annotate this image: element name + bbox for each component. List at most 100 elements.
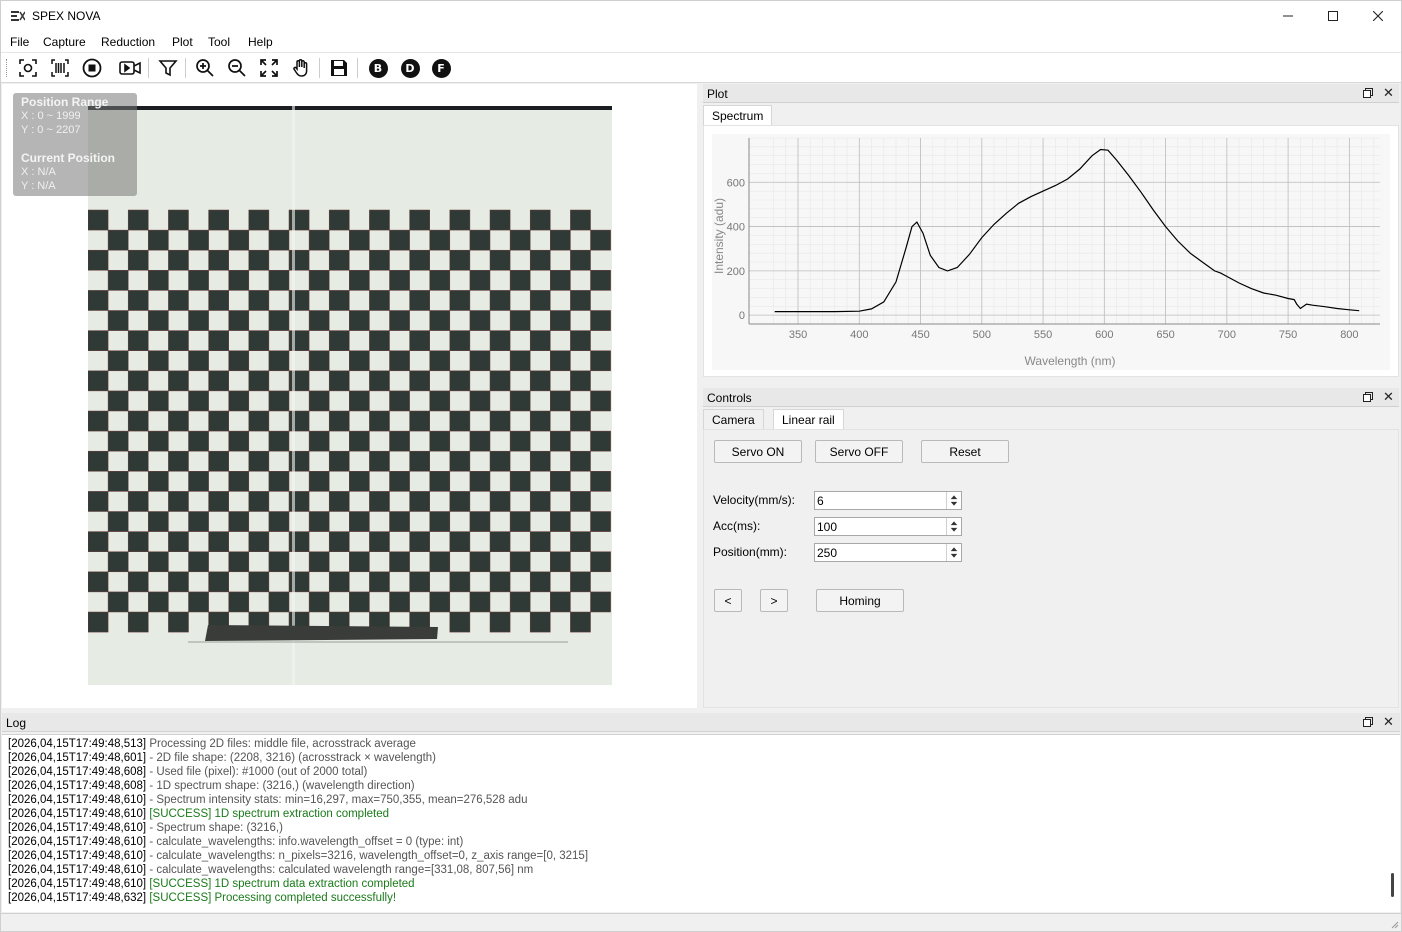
homing-button[interactable]: Homing: [816, 589, 904, 612]
controls-close-icon[interactable]: ✕: [1383, 389, 1394, 405]
f-button[interactable]: F: [429, 56, 453, 80]
checkerboard-canvas: [88, 106, 612, 685]
current-position-title: Current Position: [21, 151, 116, 165]
close-button[interactable]: [1355, 1, 1401, 31]
pan-hand-icon: [293, 59, 308, 77]
log-dock-titlebar[interactable]: Log ✕: [2, 713, 1400, 732]
video-button[interactable]: [118, 56, 142, 80]
spin-arrows-icon[interactable]: [946, 492, 961, 509]
toolbar-separator: [319, 58, 320, 78]
log-message: - Spectrum intensity stats: min=16,297, …: [149, 794, 528, 806]
position-range-title: Position Range: [21, 95, 109, 109]
position-spinbox[interactable]: 250: [814, 543, 962, 562]
log-close-icon[interactable]: ✕: [1383, 714, 1394, 730]
stop-icon: [82, 58, 102, 78]
spectrum-plot[interactable]: 350 400 450 500 550 600 650 700 750 800 0 200 400 600…: [703, 125, 1399, 377]
tab-spectrum[interactable]: Spectrum: [703, 105, 773, 125]
y-tick-label: 200: [727, 266, 745, 278]
d-circle-icon: D: [400, 58, 420, 78]
menu-plot[interactable]: Plot: [172, 35, 193, 49]
zoom-in-button[interactable]: [193, 56, 217, 80]
servo-on-button[interactable]: Servo ON: [714, 440, 802, 463]
log-line: [2026,04,15T17:49:48,610] - calculate_wa…: [8, 836, 463, 848]
plot-dock-titlebar[interactable]: Plot ✕: [703, 84, 1399, 103]
pan-button[interactable]: [289, 56, 313, 80]
b-button[interactable]: B: [366, 56, 390, 80]
spin-arrows-icon[interactable]: [946, 518, 961, 535]
x-tick-label: 550: [1034, 329, 1052, 341]
y-tick-label: 400: [727, 222, 745, 234]
linear-rail-panel: Servo ON Servo OFF Reset Velocity(mm/s):…: [703, 429, 1399, 708]
menu-bar: File Capture Reduction Plot Tool Help: [1, 31, 1401, 53]
menu-capture[interactable]: Capture: [43, 35, 86, 49]
filter-icon: [158, 60, 178, 77]
maximize-button[interactable]: [1310, 1, 1356, 31]
filter-button[interactable]: [156, 56, 180, 80]
close-icon: [1373, 11, 1383, 21]
d-button[interactable]: D: [398, 56, 422, 80]
checkerboard-image[interactable]: [88, 106, 612, 685]
log-timestamp: [2026,04,15T17:49:48,608]: [8, 780, 147, 792]
barcode-button[interactable]: [48, 56, 72, 80]
capture-button[interactable]: [16, 56, 40, 80]
menu-tool[interactable]: Tool: [208, 35, 230, 49]
servo-off-button[interactable]: Servo OFF: [815, 440, 903, 463]
controls-dock-titlebar[interactable]: Controls ✕: [703, 388, 1399, 407]
fit-button[interactable]: [257, 56, 281, 80]
minimize-button[interactable]: [1265, 1, 1311, 31]
controls-tabbar: Camera Linear rail: [703, 407, 1399, 429]
log-line: [2026,04,15T17:49:48,610] - calculate_wa…: [8, 850, 588, 862]
tab-camera[interactable]: Camera: [703, 409, 764, 429]
y-axis-label: Intensity (adu): [712, 198, 726, 274]
acc-label: Acc(ms):: [713, 519, 761, 533]
log-line: [2026,04,15T17:49:48,608] - Used file (p…: [8, 766, 367, 778]
y-tick-label: 600: [727, 177, 745, 189]
log-dock-title: Log: [6, 716, 27, 730]
f-circle-icon: F: [431, 58, 451, 78]
spin-arrows-icon[interactable]: [946, 544, 961, 561]
x-tick-label: 600: [1095, 329, 1113, 341]
toolbar-separator: [357, 58, 358, 78]
toolbar: B D F: [1, 53, 1401, 83]
toolbar-grip: [6, 59, 9, 77]
app-window: SPEX NOVA File Capture Reduction Plot To…: [0, 0, 1402, 932]
current-x: X : N/A: [21, 166, 56, 178]
log-scrollbar[interactable]: [1391, 873, 1394, 897]
log-output[interactable]: [2026,04,15T17:49:48,513] Processing 2D …: [2, 734, 1400, 912]
menu-reduction[interactable]: Reduction: [101, 35, 155, 49]
save-button[interactable]: [327, 56, 351, 80]
zoom-out-button[interactable]: [225, 56, 249, 80]
menu-help[interactable]: Help: [248, 35, 273, 49]
chevron-right-icon: >: [770, 593, 778, 608]
float-icon[interactable]: [1363, 392, 1373, 402]
x-tick-label: 650: [1156, 329, 1174, 341]
x-tick-label: 450: [911, 329, 929, 341]
log-timestamp: [2026,04,15T17:49:48,610]: [8, 822, 147, 834]
app-logo-icon: [11, 11, 25, 21]
tab-linear-rail[interactable]: Linear rail: [773, 409, 844, 429]
resize-grip-icon[interactable]: [1389, 919, 1399, 929]
velocity-spinbox[interactable]: 6: [814, 491, 962, 510]
float-icon[interactable]: [1363, 717, 1373, 727]
plot-tabbar: Spectrum: [703, 103, 1399, 125]
log-message: [SUCCESS] 1D spectrum extraction complet…: [149, 808, 390, 820]
move-left-button[interactable]: <: [714, 589, 742, 612]
stop-button[interactable]: [80, 56, 104, 80]
acc-spinbox[interactable]: 100: [814, 517, 962, 536]
x-axis-label: Wavelength (nm): [1025, 354, 1116, 368]
log-timestamp: [2026,04,15T17:49:48,610]: [8, 864, 147, 876]
menu-file[interactable]: File: [10, 35, 29, 49]
log-line: [2026,04,15T17:49:48,513] Processing 2D …: [8, 738, 416, 750]
reset-button[interactable]: Reset: [921, 440, 1009, 463]
move-right-button[interactable]: >: [760, 589, 788, 612]
x-tick-label: 400: [850, 329, 868, 341]
log-timestamp: [2026,04,15T17:49:48,601]: [8, 752, 147, 764]
x-tick-label: 750: [1279, 329, 1297, 341]
float-icon[interactable]: [1363, 88, 1373, 98]
image-view[interactable]: Position Range X : 0 ~ 1999 Y : 0 ~ 2207…: [2, 84, 697, 708]
plot-close-icon[interactable]: ✕: [1383, 85, 1394, 101]
title-bar: SPEX NOVA: [1, 1, 1401, 31]
spectrum-chart: 350 400 450 500 550 600 650 700 750 800 0 200 400 600…: [712, 134, 1390, 370]
chevron-left-icon: <: [724, 593, 732, 608]
x-tick-label: 700: [1218, 329, 1236, 341]
